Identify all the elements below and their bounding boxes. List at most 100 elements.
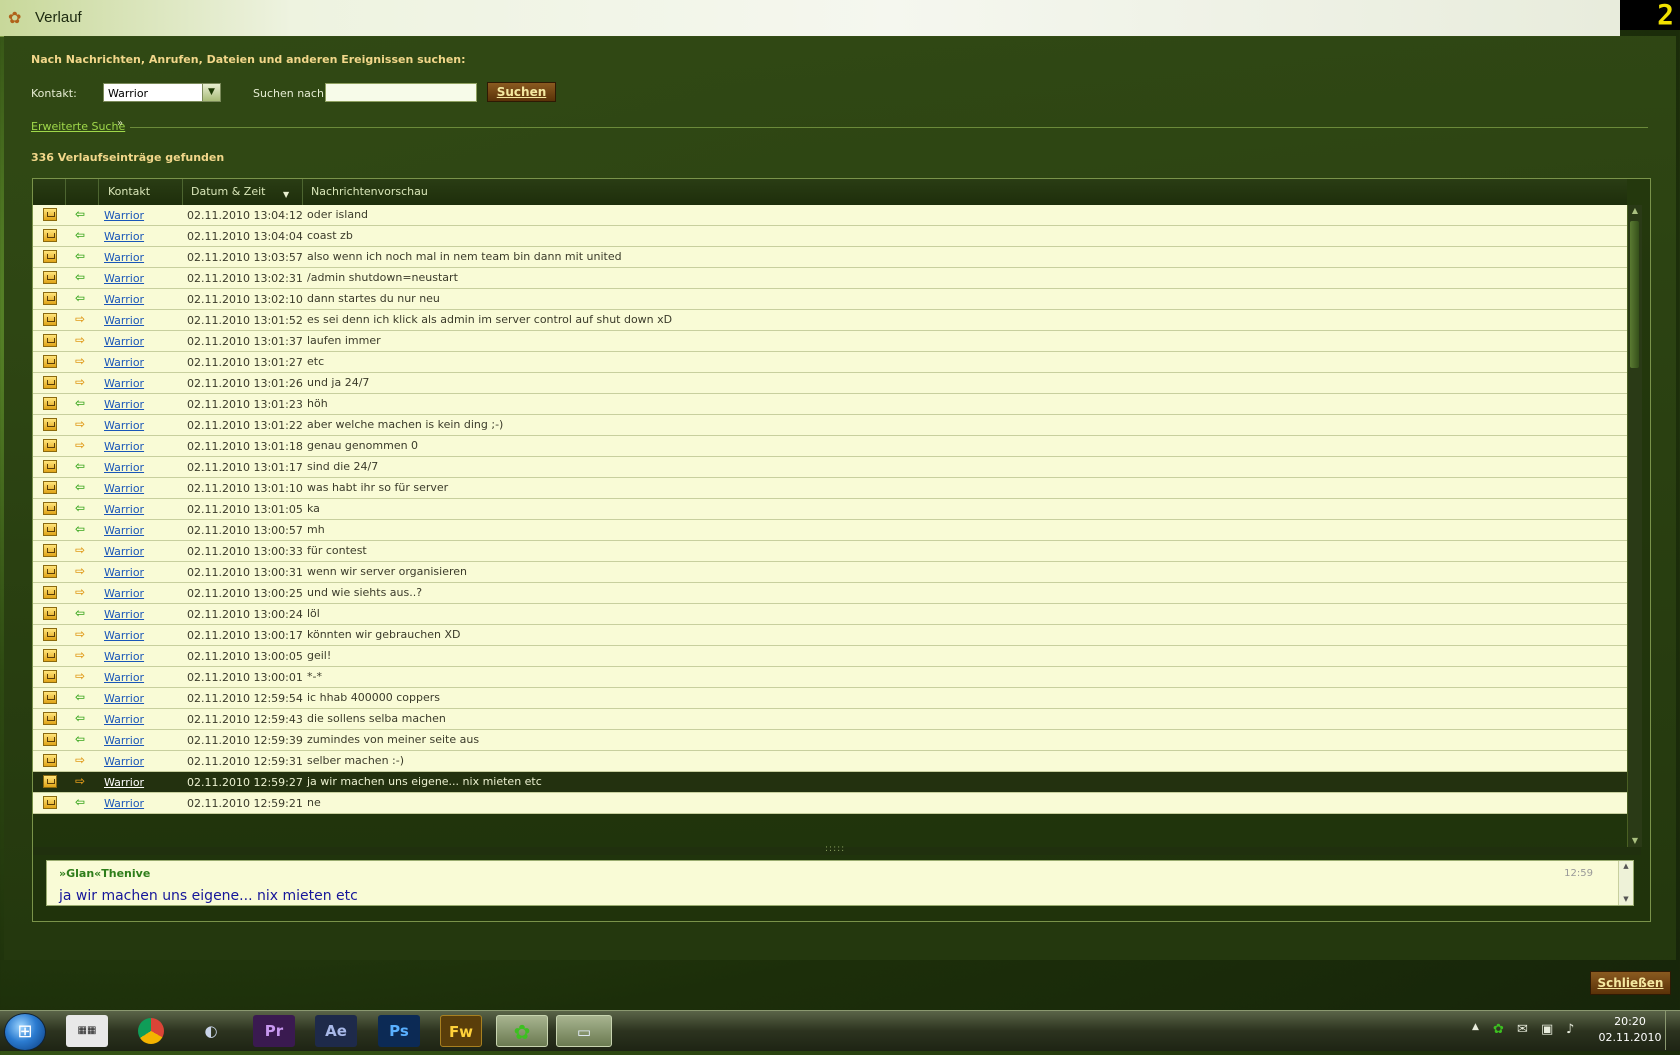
close-button[interactable]: Schließen [1590, 971, 1671, 995]
scroll-thumb[interactable] [1630, 221, 1639, 368]
taskbar-app-photoshop[interactable]: Ps [378, 1015, 420, 1047]
table-row[interactable]: ⇦ Warrior 02.11.2010 13:02:31/admin shutdo… [33, 268, 1627, 289]
contact-link[interactable]: Warrior [104, 629, 144, 642]
table-row[interactable]: ⇦ Warrior 02.11.2010 13:01:05 ka [33, 499, 1627, 520]
table-row[interactable]: ⇦ Warrior 02.11.2010 13:04:04 coast zb [33, 226, 1627, 247]
table-row[interactable]: ⇨ Warrior 02.11.2010 13:01:22 aber welche m… [33, 415, 1627, 436]
contact-link[interactable]: Warrior [104, 209, 144, 222]
search-input[interactable] [325, 83, 477, 102]
contact-link[interactable]: Warrior [104, 587, 144, 600]
tray-icq-icon[interactable]: ✿ [1493, 1022, 1504, 1037]
contact-link[interactable]: Warrior [104, 398, 144, 411]
chevron-down-icon[interactable]: ▼ [202, 84, 220, 101]
table-row[interactable]: ⇦ Warrior 02.11.2010 13:00:24 löl [33, 604, 1627, 625]
double-chevron-down-icon[interactable]: » [117, 118, 123, 129]
contact-link[interactable]: Warrior [104, 314, 144, 327]
table-row[interactable]: ⇨ Warrior 02.11.2010 13:01:37 laufen immer [33, 331, 1627, 352]
contact-link[interactable]: Warrior [104, 755, 144, 768]
message-datetime: 02.11.2010 13:00:17 [187, 629, 303, 642]
contact-link[interactable]: Warrior [104, 671, 144, 684]
contact-link[interactable]: Warrior [104, 650, 144, 663]
contact-link[interactable]: Warrior [104, 356, 144, 369]
taskbar-app-premiere[interactable]: Pr [253, 1015, 295, 1047]
taskbar-clock[interactable]: 20:20 02.11.2010 [1596, 1014, 1664, 1046]
contact-link[interactable]: Warrior [104, 251, 144, 264]
table-row[interactable]: ⇨ Warrior 02.11.2010 13:01:26 und ja 24/7 [33, 373, 1627, 394]
column-header-contact[interactable]: Kontakt [99, 179, 183, 205]
incoming-arrow-icon: ⇦ [75, 711, 86, 725]
table-row[interactable]: ⇨ Warrior 02.11.2010 13:00:33 für contest [33, 541, 1627, 562]
contact-link[interactable]: Warrior [104, 776, 144, 789]
contact-link[interactable]: Warrior [104, 797, 144, 810]
table-row[interactable]: ⇨ Warrior 02.11.2010 13:00:25 und wie sieht… [33, 583, 1627, 604]
contact-label: Kontakt: [31, 87, 77, 100]
contact-link[interactable]: Warrior [104, 272, 144, 285]
table-row[interactable]: ⇦ Warrior 02.11.2010 13:01:10 was habt ihr… [33, 478, 1627, 499]
table-row[interactable]: ⇨ Warrior 02.11.2010 13:00:17 könnten wir g… [33, 625, 1627, 646]
contact-link[interactable]: Warrior [104, 566, 144, 579]
tray-volume-icon[interactable]: ♪ [1566, 1022, 1574, 1037]
table-row[interactable]: ⇦ Warrior 02.11.2010 13:01:23 höh [33, 394, 1627, 415]
contact-link[interactable]: Warrior [104, 482, 144, 495]
taskbar-app-steam[interactable]: ◐ [190, 1015, 232, 1047]
search-button[interactable]: Suchen [487, 82, 556, 102]
table-row[interactable]: ⇦ Warrior 02.11.2010 12:59:54 ic hhab 4000… [33, 688, 1627, 709]
contact-link[interactable]: Warrior [104, 608, 144, 621]
contact-link[interactable]: Warrior [104, 524, 144, 537]
pane-splitter[interactable]: ::::: [33, 844, 1641, 855]
table-row[interactable]: ⇨ Warrior 02.11.2010 13:00:31 wenn wir serv… [33, 562, 1627, 583]
table-row[interactable]: ⇦ Warrior 02.11.2010 13:04:12 oder island [33, 205, 1627, 226]
table-row[interactable]: ⇦ Warrior 02.11.2010 13:00:57 mh [33, 520, 1627, 541]
contact-link[interactable]: Warrior [104, 734, 144, 747]
table-row[interactable]: ⇦ Warrior 02.11.2010 12:59:21 ne [33, 793, 1627, 814]
table-row[interactable]: ⇨ Warrior 02.11.2010 13:00:05 geil! [33, 646, 1627, 667]
scroll-down-icon[interactable]: ▼ [1628, 835, 1642, 847]
tray-expand-icon[interactable]: ▲ [1472, 1022, 1479, 1032]
incoming-arrow-icon: ⇦ [75, 459, 86, 473]
taskbar-app-cubase[interactable]: ▦▦ [66, 1015, 108, 1047]
contact-link[interactable]: Warrior [104, 503, 144, 516]
table-row[interactable]: ⇨ Warrior 02.11.2010 12:59:31 selber machen… [33, 751, 1627, 772]
scroll-up-icon[interactable]: ▲ [1619, 861, 1633, 872]
table-row[interactable]: ⇨ Warrior 02.11.2010 13:01:27 etc [33, 352, 1627, 373]
contact-link[interactable]: Warrior [104, 419, 144, 432]
grid-scrollbar[interactable]: ▲ ▼ [1627, 205, 1642, 847]
table-row[interactable]: ⇦ Warrior 02.11.2010 13:03:57 also wenn ich… [33, 247, 1627, 268]
taskbar-app-after-effects[interactable]: Ae [315, 1015, 357, 1047]
preview-scrollbar[interactable]: ▲ ▼ [1618, 861, 1633, 905]
contact-link[interactable]: Warrior [104, 293, 144, 306]
contact-link[interactable]: Warrior [104, 335, 144, 348]
tray-network-icon[interactable]: ▣ [1541, 1022, 1553, 1037]
column-header-type[interactable] [33, 179, 66, 205]
tray-mail-icon[interactable]: ✉ [1517, 1022, 1528, 1037]
contact-link[interactable]: Warrior [104, 377, 144, 390]
table-row[interactable]: ⇦ Warrior 02.11.2010 13:02:10 dann startes … [33, 289, 1627, 310]
taskbar-app-chrome[interactable] [130, 1015, 172, 1047]
contact-link[interactable]: Warrior [104, 461, 144, 474]
table-row[interactable]: ⇨ Warrior 02.11.2010 12:59:27 ja wir machen… [33, 772, 1627, 793]
column-header-preview[interactable]: Nachrichtenvorschau [303, 179, 1627, 205]
taskbar-app-icq[interactable]: ✿ [496, 1015, 548, 1047]
contact-link[interactable]: Warrior [104, 713, 144, 726]
scroll-down-icon[interactable]: ▼ [1619, 894, 1633, 905]
table-row[interactable]: ⇦ Warrior 02.11.2010 13:01:17 sind die 24/… [33, 457, 1627, 478]
advanced-search-link[interactable]: Erweiterte Suche [31, 120, 125, 133]
table-row[interactable]: ⇨ Warrior 02.11.2010 13:00:01 *-* [33, 667, 1627, 688]
contact-link[interactable]: Warrior [104, 440, 144, 453]
column-header-direction[interactable] [66, 179, 99, 205]
contact-link[interactable]: Warrior [104, 692, 144, 705]
taskbar-app-fireworks[interactable]: Fw [440, 1015, 482, 1047]
table-row[interactable]: ⇦ Warrior 02.11.2010 12:59:43 die sollens … [33, 709, 1627, 730]
table-row[interactable]: ⇨ Warrior 02.11.2010 13:01:52 es sei denn i… [33, 310, 1627, 331]
taskbar-app-monitor[interactable]: ▭ [556, 1015, 612, 1047]
show-desktop-button[interactable] [1665, 1010, 1680, 1050]
table-row[interactable]: ⇨ Warrior 02.11.2010 13:01:18 genau genomme… [33, 436, 1627, 457]
taskbar: ⊞ ▦▦ ◐ Pr Ae Ps Fw ✿ ▭ [0, 1010, 1680, 1051]
table-row[interactable]: ⇦ Warrior 02.11.2010 12:59:39 zumindes von … [33, 730, 1627, 751]
contact-link[interactable]: Warrior [104, 230, 144, 243]
contact-combobox[interactable]: Warrior ▼ [103, 83, 221, 102]
outgoing-arrow-icon: ⇨ [75, 669, 86, 683]
contact-link[interactable]: Warrior [104, 545, 144, 558]
start-button[interactable]: ⊞ [4, 1013, 46, 1051]
scroll-up-icon[interactable]: ▲ [1628, 205, 1642, 217]
